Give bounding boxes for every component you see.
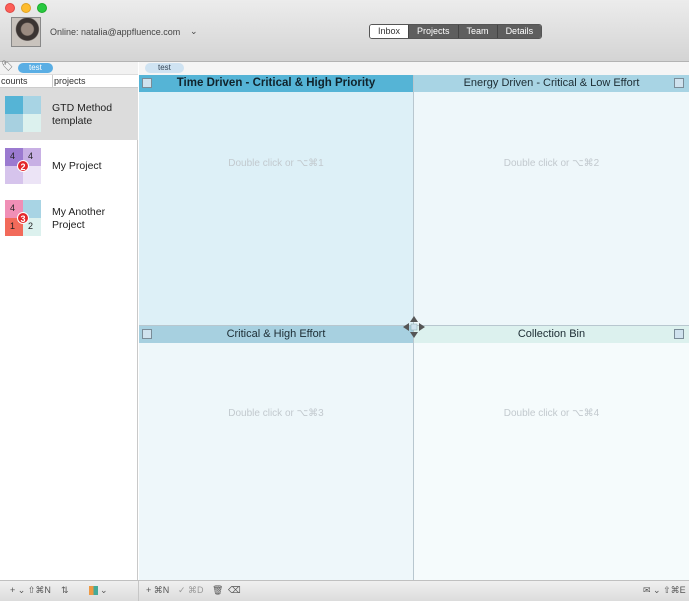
bottom-toolbar: + ⌄ ⇧⌘N ⇅ ⌄ + ⌘N ✓ ⌘D 🗑 ⌫ ✉ ⌄ ⇧⌘E: [0, 580, 689, 601]
quadrant-2-checkbox[interactable]: [674, 78, 684, 88]
sort-projects-icon[interactable]: ⇅: [61, 585, 69, 596]
quadrant-3-checkbox[interactable]: [142, 329, 152, 339]
trash-icon[interactable]: 🗑: [212, 585, 223, 596]
close-window-button[interactable]: [5, 3, 15, 13]
quadrant-2-body[interactable]: Double click or ⌥⌘2: [414, 92, 689, 326]
color-menu-chevron-icon[interactable]: ⌄: [100, 585, 108, 596]
quadrant-3-body[interactable]: Double click or ⌥⌘3: [139, 343, 413, 580]
tab-inbox[interactable]: Inbox: [370, 25, 409, 38]
account-menu-chevron-icon[interactable]: ⌄: [190, 26, 198, 37]
window-toolbar: Online: natalia@appfluence.com ⌄ Inbox P…: [0, 0, 689, 62]
tab-details[interactable]: Details: [496, 25, 542, 38]
view-segmented-control: Inbox Projects Team Details: [369, 24, 543, 39]
quadrant-3[interactable]: Critical & High Effort Double click or ⌥…: [139, 326, 413, 580]
zoom-window-button[interactable]: [37, 3, 47, 13]
project-name: My Another Project: [52, 206, 106, 231]
project-item-gtd-method-template[interactable]: GTD Method template: [0, 88, 138, 140]
sidebar-column-headers: counts projects: [0, 75, 138, 88]
online-status: Online: natalia@appfluence.com: [50, 27, 181, 37]
count-cell: [23, 96, 41, 114]
quadrant-1-body[interactable]: Double click or ⌥⌘1: [139, 92, 413, 326]
project-counts-grid: 4 1 2 3: [5, 200, 41, 236]
resize-quadrants-handle-icon[interactable]: [402, 315, 426, 339]
quadrant-3-hint: Double click or ⌥⌘3: [228, 408, 324, 419]
quadrant-4[interactable]: Collection Bin Double click or ⌥⌘4: [414, 326, 689, 580]
project-sidebar: 🏷 test counts projects GTD Method templa…: [0, 61, 138, 580]
count-cell: [5, 114, 23, 132]
user-avatar[interactable]: [11, 17, 41, 47]
sidebar-tag-filter[interactable]: test: [18, 63, 53, 73]
quadrant-1-hint: Double click or ⌥⌘1: [228, 158, 324, 169]
quadrant-4-hint: Double click or ⌥⌘4: [503, 408, 600, 419]
project-counts-grid: 4 4 2: [5, 148, 41, 184]
quadrant-2[interactable]: Energy Driven - Critical & Low Effort Do…: [414, 75, 689, 326]
quadrant-1-title[interactable]: Time Driven - Critical & High Priority: [139, 75, 413, 92]
tab-projects[interactable]: Projects: [408, 25, 458, 38]
count-cell: [5, 96, 23, 114]
quadrant-1-checkbox[interactable]: [142, 78, 152, 88]
sidebar-tag-bar: 🏷 test: [0, 61, 138, 75]
email-menu-button[interactable]: ✉ ⌄ ⇧⌘E: [643, 585, 686, 596]
quadrant-4-checkbox[interactable]: [674, 329, 684, 339]
unread-badge: 2: [17, 160, 29, 172]
quadrant-4-body[interactable]: Double click or ⌥⌘4: [414, 343, 689, 580]
project-item-my-another-project[interactable]: 4 1 2 3 My Another Project: [0, 192, 138, 244]
project-counts-grid: [5, 96, 41, 132]
quadrant-2-title[interactable]: Energy Driven - Critical & Low Effort: [414, 75, 689, 92]
clear-icon[interactable]: ⌫: [228, 585, 241, 596]
add-item-button[interactable]: + ⌘N: [146, 585, 169, 596]
project-name: GTD Method template: [52, 102, 113, 127]
quadrant-2-hint: Double click or ⌥⌘2: [503, 158, 600, 169]
column-header-projects[interactable]: projects: [52, 75, 86, 87]
main-tag-filter[interactable]: test: [145, 63, 184, 73]
quadrant-4-title[interactable]: Collection Bin: [414, 326, 689, 343]
tab-team[interactable]: Team: [457, 25, 497, 38]
quadrant-1[interactable]: Time Driven - Critical & High Priority D…: [139, 75, 413, 326]
main-tag-bar: test: [139, 62, 689, 75]
quadrant-3-title[interactable]: Critical & High Effort: [139, 326, 413, 343]
project-name: My Project: [52, 160, 102, 172]
color-picker-icon[interactable]: [89, 586, 98, 595]
project-item-my-project[interactable]: 4 4 2 My Project: [0, 140, 138, 192]
mark-done-button[interactable]: ✓ ⌘D: [178, 585, 204, 596]
tag-icon[interactable]: 🏷: [1, 61, 14, 72]
column-header-counts[interactable]: counts: [1, 76, 28, 86]
bottom-divider: [138, 581, 139, 601]
minimize-window-button[interactable]: [21, 3, 31, 13]
unread-badge: 3: [17, 212, 29, 224]
add-project-button[interactable]: + ⌄ ⇧⌘N: [10, 585, 51, 596]
priority-matrix: test Time Driven - Critical & High Prior…: [139, 62, 689, 580]
count-cell: [23, 114, 41, 132]
